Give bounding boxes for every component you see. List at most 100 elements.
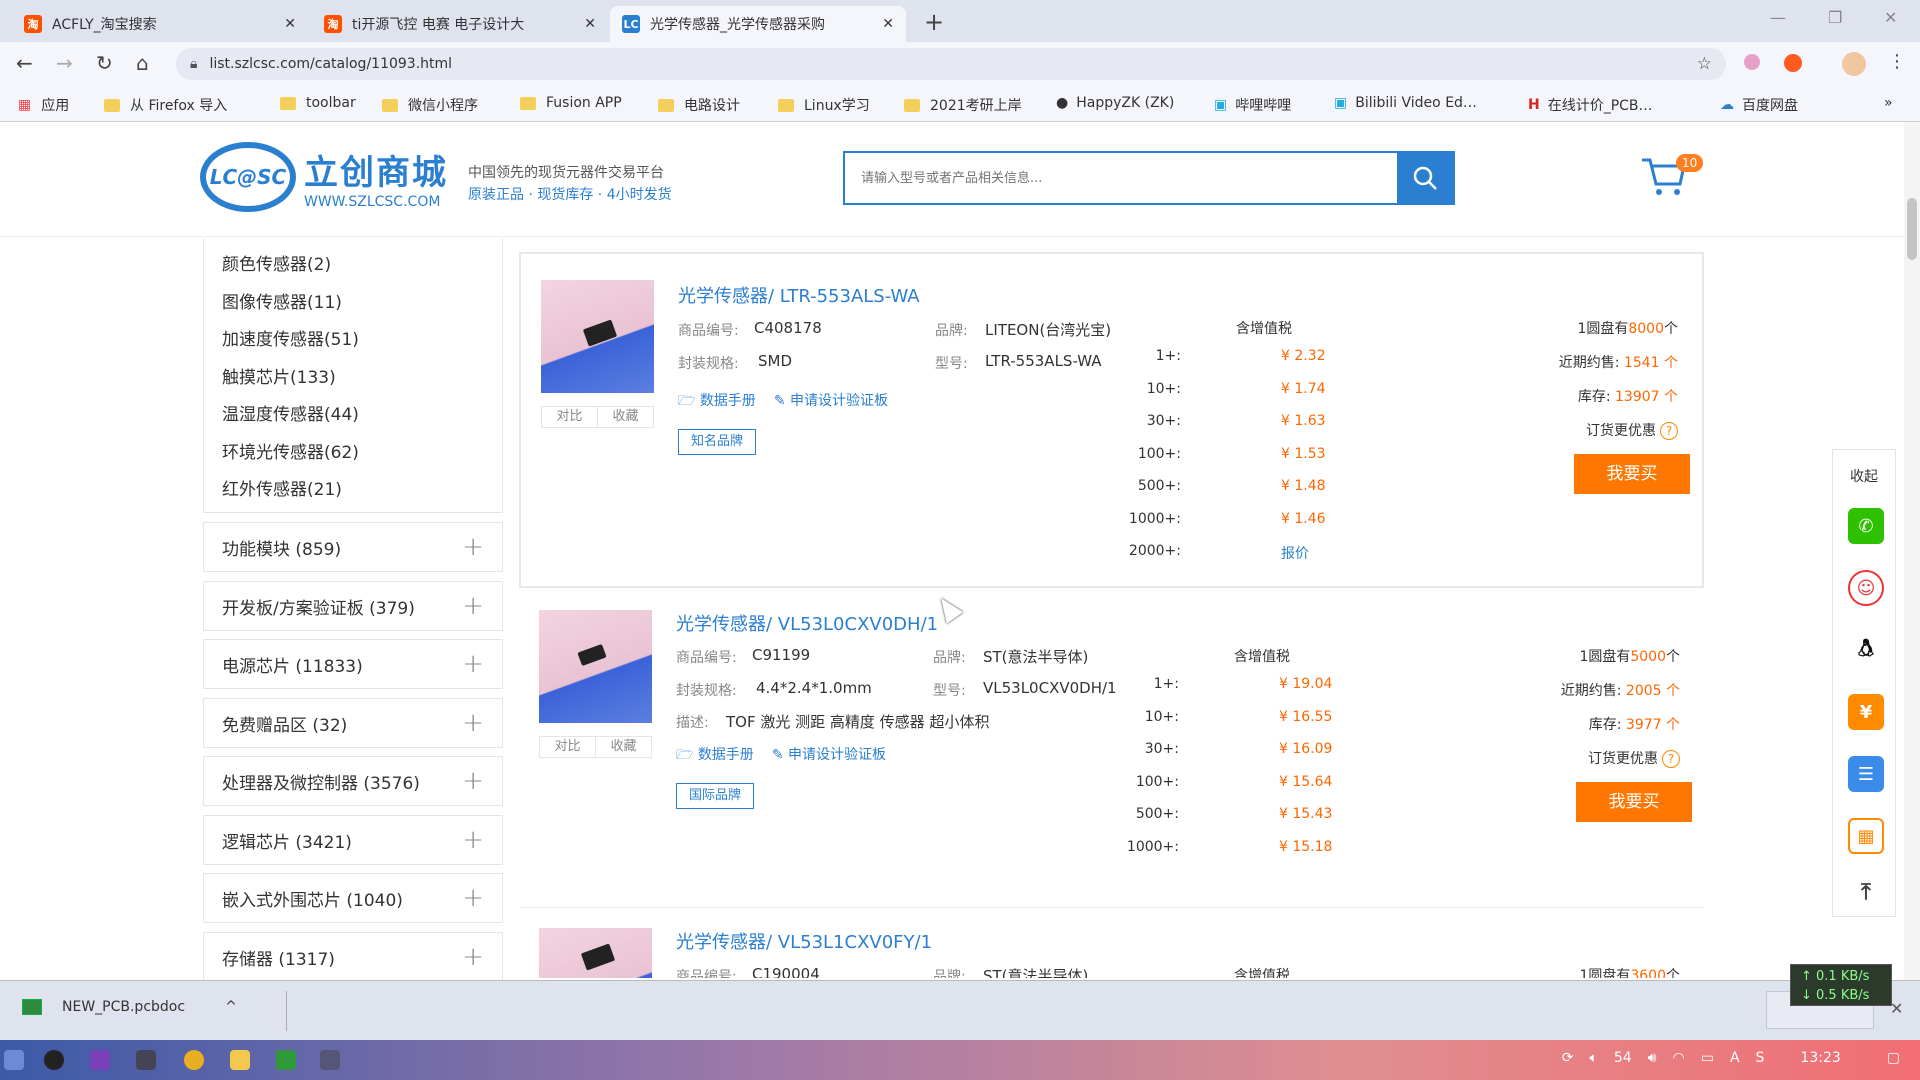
chrome-icon[interactable] [184, 1050, 204, 1070]
apply-board-link[interactable]: ✎ 申请设计验证板 [772, 744, 886, 768]
extension-icon[interactable] [1744, 54, 1760, 70]
expand-plus-icon[interactable]: + [462, 591, 484, 621]
bookmark-folder[interactable]: Linux学习 [778, 95, 870, 115]
window-close-icon[interactable]: ✕ [1884, 8, 1897, 27]
apply-board-link[interactable]: ✎ 申请设计验证板 [774, 390, 888, 414]
minimize-icon[interactable]: — [1770, 8, 1786, 27]
payment-icon[interactable]: ¥ [1848, 694, 1884, 730]
category-item[interactable]: 处理器及微控制器 (3576) + [203, 756, 503, 806]
datasheet-link[interactable]: 🗁 数据手册 [678, 390, 756, 414]
url-bar[interactable]: 🔒︎ list.szlcsc.com/catalog/11093.html ☆ [176, 48, 1726, 80]
site-logo[interactable]: LC@SC 立创商城 WWW.SZLCSC.COM [200, 142, 448, 212]
new-tab-button[interactable]: + [924, 8, 944, 36]
home-icon[interactable]: ⌂ [136, 51, 149, 75]
back-icon[interactable]: ← [16, 51, 33, 75]
bookmark-folder[interactable]: 电路设计 [658, 95, 740, 115]
product-title-link[interactable]: 光学传感器/ VL53L0CXV0DH/1 [676, 610, 938, 636]
buy-button[interactable]: 我要买 [1574, 454, 1690, 494]
close-downloads-icon[interactable]: ✕ [1890, 999, 1903, 1018]
compare-button[interactable]: 对比 [540, 737, 596, 757]
customer-service-icon[interactable]: ☺ [1848, 570, 1884, 606]
product-title-link[interactable]: 光学传感器/ VL53L1CXV0FY/1 [676, 928, 932, 954]
tab-taobao-ti[interactable]: 淘 ti开源飞控 电赛 电子设计大 ✕ [312, 6, 608, 42]
bookmark-folder[interactable]: 从 Firefox 导入 [104, 95, 227, 115]
expand-plus-icon[interactable]: + [462, 708, 484, 738]
speaker-icon[interactable]: 🔈︎ [1589, 1050, 1597, 1066]
tab-lcsc-active[interactable]: LC 光学传感器_光学传感器采购 ✕ [610, 6, 906, 42]
brand-tag-badge[interactable]: 知名品牌 [678, 429, 757, 455]
file-explorer-icon[interactable] [230, 1050, 250, 1070]
qq-icon[interactable]: 🐧︎ [1848, 632, 1884, 668]
quote-link[interactable]: 报价 [1281, 543, 1309, 563]
subcategory-item[interactable]: 环境光传感器(62) [222, 438, 359, 463]
bookmark-bilibili-video[interactable]: ▣ Bilibili Video Ed… [1334, 95, 1477, 111]
favorite-button[interactable]: 收藏 [598, 407, 653, 427]
order-discount[interactable]: 订货更优惠? [1588, 748, 1680, 768]
close-tab-icon[interactable]: ✕ [584, 16, 596, 32]
help-icon[interactable]: ? [1662, 750, 1680, 768]
datasheet-link[interactable]: 🗁 数据手册 [676, 744, 754, 768]
category-item[interactable]: 开发板/方案验证板 (379) + [203, 581, 503, 631]
notification-icon[interactable]: ▢ [1887, 1050, 1900, 1066]
favorite-button[interactable]: 收藏 [596, 737, 651, 757]
product-brand[interactable]: ST(意法半导体) [983, 965, 1088, 978]
brand-tag-badge[interactable]: 国际品牌 [676, 783, 755, 809]
product-image[interactable] [539, 928, 652, 978]
bookmark-folder[interactable]: Fusion APP [520, 95, 622, 111]
category-item[interactable]: 存储器 (1317) + [203, 932, 503, 982]
chevron-up-icon[interactable]: ^ [225, 999, 237, 1015]
search-button[interactable] [1397, 153, 1453, 203]
scrollbar-thumb[interactable] [1907, 198, 1917, 260]
expand-plus-icon[interactable]: + [462, 532, 484, 562]
battery-icon[interactable]: ▭ [1701, 1050, 1714, 1066]
buy-button[interactable]: 我要买 [1576, 782, 1692, 822]
bookmark-github[interactable]: ● HappyZK (ZK) [1056, 95, 1174, 111]
more-bookmarks-icon[interactable]: » [1884, 95, 1893, 111]
search-input[interactable] [845, 153, 1397, 203]
collapse-button[interactable]: 收起 [1833, 466, 1895, 486]
page-scrollbar[interactable] [1904, 122, 1920, 980]
category-item[interactable]: 电源芯片 (11833) + [203, 639, 503, 689]
product-brand[interactable]: ST(意法半导体) [983, 646, 1088, 667]
subcategory-item[interactable]: 触摸芯片(133) [222, 363, 336, 388]
category-item[interactable]: 功能模块 (859) + [203, 522, 503, 572]
bookmark-star-icon[interactable]: ☆ [1697, 54, 1712, 74]
extension-icon[interactable] [1784, 54, 1802, 72]
wifi-icon[interactable]: ◠ [1672, 1050, 1684, 1066]
forward-icon[interactable]: → [56, 51, 73, 75]
wechat-icon[interactable]: ✆ [1848, 508, 1884, 544]
bookmark-pcb-price[interactable]: H 在线计价_PCB… [1528, 95, 1653, 115]
subcategory-item[interactable]: 图像传感器(11) [222, 288, 342, 313]
bookmark-baidu-netdisk[interactable]: ☁ 百度网盘 [1720, 95, 1798, 115]
close-tab-icon[interactable]: ✕ [882, 16, 894, 32]
qr-code-icon[interactable]: ▦ [1848, 818, 1884, 854]
expand-plus-icon[interactable]: + [462, 942, 484, 972]
menu-icon[interactable]: ⋮ [1888, 51, 1906, 72]
expand-plus-icon[interactable]: + [462, 766, 484, 796]
volume-icon[interactable]: 🔊︎ [1648, 1050, 1657, 1066]
bookmark-bilibili[interactable]: ▣ 哔哩哔哩 [1214, 95, 1291, 115]
reload-icon[interactable]: ↻ [96, 51, 113, 75]
app-icon[interactable] [320, 1050, 340, 1070]
expand-plus-icon[interactable]: + [462, 649, 484, 679]
onenote-icon[interactable] [90, 1050, 110, 1070]
subcategory-item[interactable]: 加速度传感器(51) [222, 325, 359, 350]
bookmark-apps[interactable]: ▦ 应用 [18, 95, 69, 115]
ime-indicator[interactable]: A [1730, 1050, 1740, 1066]
bookmark-folder[interactable]: 微信小程序 [382, 95, 478, 115]
expand-plus-icon[interactable]: + [462, 825, 484, 855]
product-image[interactable] [539, 610, 652, 723]
compare-button[interactable]: 对比 [542, 407, 598, 427]
altium-icon[interactable] [276, 1050, 296, 1070]
cart-button[interactable]: 10 [1640, 152, 1704, 198]
document-icon[interactable]: ☰ [1848, 756, 1884, 792]
restore-icon[interactable]: ❐ [1828, 8, 1842, 27]
help-icon[interactable]: ? [1660, 422, 1678, 440]
tab-taobao-search[interactable]: 淘 ACFLY_淘宝搜索 ✕ [12, 6, 308, 42]
subcategory-item[interactable]: 颜色传感器(2) [222, 250, 331, 275]
profile-avatar[interactable] [1842, 52, 1866, 76]
sogou-icon[interactable]: S [1756, 1050, 1765, 1066]
category-item[interactable]: 免费赠品区 (32) + [203, 698, 503, 748]
search-circle-icon[interactable] [44, 1050, 64, 1070]
back-to-top-icon[interactable]: ⤒ [1848, 874, 1884, 910]
